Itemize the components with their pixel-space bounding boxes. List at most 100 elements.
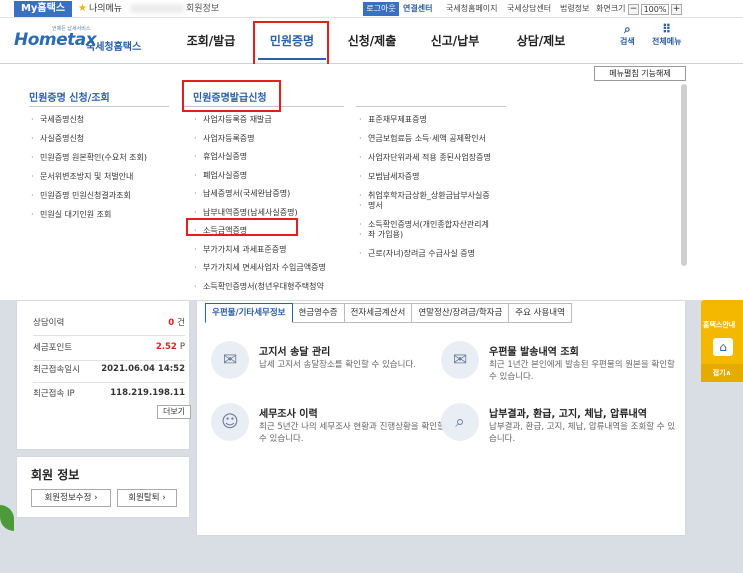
list-item-continued[interactable]: 좌 가입용)	[358, 230, 518, 240]
stat-unit: P	[179, 342, 185, 352]
menu-fix-toggle-button[interactable]: 메뉴펼침 기능해제	[594, 66, 686, 81]
logout-button[interactable]: 로그아웃	[363, 2, 399, 16]
list-item[interactable]: 납세증명서(국세완납증명)	[193, 189, 326, 199]
person-icon: ☺	[211, 403, 249, 441]
nav-inquiry[interactable]: 조회/발급	[170, 18, 252, 64]
stat-value: 0	[168, 318, 175, 328]
search-button[interactable]: ⌕ 검색	[620, 22, 635, 47]
logo-korean: 국세청홈택스	[86, 42, 142, 53]
col1-list: 국세증명신청 사실증명신청 민원증명 원본확인(수요처 조회) 문서위변조방지 …	[30, 115, 147, 220]
list-item[interactable]: 민원증명 원본확인(수요처 조회)	[30, 153, 147, 163]
search-label: 검색	[620, 37, 635, 46]
star-icon: ★	[78, 3, 87, 14]
highlight-box-col2-title	[182, 80, 281, 112]
tab-usage-history[interactable]: 주요 사용내역	[509, 303, 572, 323]
home-icon: ⌂	[713, 338, 733, 356]
top-utility-bar: My홈택스 ★ 나의메뉴 회원정보 로그아웃 연결센터 국세청홈페이지 국세상담센…	[0, 0, 743, 18]
col1-title[interactable]: 민원증명 신청/조회	[29, 89, 110, 104]
list-item[interactable]: 민원실 대기인원 조회	[30, 210, 147, 220]
list-item[interactable]: 사업자단위과세 적용 종된사업장증명	[358, 153, 518, 163]
info-tabs: 우편물/기타세무정보 현금영수증 전자세금계산서 연말정산/장려금/학자금 주요…	[205, 303, 572, 323]
service-desc: 납부결과, 환급, 고지, 체납, 압류내역을 조회할 수 있습니다.	[489, 422, 676, 444]
list-item[interactable]: 납부내역증명(납세사실증명)	[193, 208, 326, 218]
list-item[interactable]: 부가가치세 면세사업자 수입금액증명	[193, 263, 326, 273]
list-item[interactable]: 휴업사실증명	[193, 152, 326, 162]
hometax-guide-float[interactable]: 홈택스안내 ⌂ 접기∧	[701, 300, 743, 382]
mega-menu: 메뉴펼침 기능해제 민원증명 신청/조회 국세증명신청 사실증명신청 민원증명 …	[0, 64, 743, 300]
stat-label: 최근접속 IP	[33, 389, 75, 399]
member-info-panel: 회원 정보 회원정보수정 › 회원탈퇴 ›	[16, 456, 190, 518]
service-desc: 최근 5년간 나의 세무조사 현황과 진행상황을 확인할 수 있습니다.	[259, 422, 445, 444]
zoom-control: − 100% +	[628, 2, 682, 16]
col1-divider	[29, 106, 169, 107]
stat-unit: 건	[177, 318, 185, 328]
blurred-user-name	[130, 4, 184, 13]
list-item[interactable]: 사실증명신청	[30, 134, 147, 144]
list-item[interactable]: 취업후학자금상환_상환금납부사실증	[358, 191, 518, 201]
tab-mail-tax-info[interactable]: 우편물/기타세무정보	[205, 303, 293, 323]
stat-label: 최근접속일시	[33, 365, 80, 375]
tab-e-tax-invoice[interactable]: 전자세금계산서	[344, 303, 413, 323]
util-link-connect[interactable]: 연결센터	[403, 2, 432, 16]
withdraw-member-button[interactable]: 회원탈퇴 ›	[117, 489, 177, 507]
mega-menu-scrollbar[interactable]	[681, 84, 687, 266]
my-hometax-tab[interactable]: My홈택스	[14, 1, 72, 17]
stat-last-login-ip: 최근접속 IP 118.219.198.11	[33, 382, 185, 404]
list-item[interactable]: 모범납세자증명	[358, 172, 518, 182]
all-menu-label: 전체메뉴	[652, 37, 682, 46]
list-item[interactable]: 소득확인증명서(개인종합자산관리계	[358, 220, 518, 230]
member-info-title: 회원 정보	[31, 468, 80, 482]
search-icon: ⌕	[624, 22, 631, 36]
list-item[interactable]: 소득확인증명서(청년우대형주택청약	[193, 282, 326, 292]
my-menu-link[interactable]: ★ 나의메뉴	[78, 2, 122, 16]
util-link-law[interactable]: 법령정보	[560, 2, 589, 16]
user-summary-panel: 상담이력 0건 세금포인트 2.52 P 최근접속일시 2021.06.04 14…	[16, 300, 191, 450]
list-item[interactable]: 폐업사실증명	[193, 171, 326, 181]
service-tax-audit-history[interactable]: ☺ 세무조사 이력 최근 5년간 나의 세무조사 현황과 진행상황을 확인할 수…	[211, 403, 445, 459]
col3-list: 표준재무제표증명 연금보험료등 소득·세액 공제확인서 사업자단위과세 적용 종…	[358, 115, 518, 259]
util-link-consult[interactable]: 국세상담센터	[507, 2, 551, 16]
list-item-continued[interactable]: 명서	[358, 201, 518, 211]
service-title: 납부결과, 환급, 고지, 체납, 압류내역	[489, 409, 647, 420]
magnifier-icon: ⌕	[441, 403, 479, 441]
all-menu-button[interactable]: ⠿ 전체메뉴	[652, 22, 681, 47]
col3-divider	[356, 106, 506, 107]
tab-cash-receipt[interactable]: 현금영수증	[292, 303, 345, 323]
list-item[interactable]: 사업자등록증 재발급	[193, 115, 326, 125]
list-item[interactable]: 연금보험료등 소득·세액 공제확인서	[358, 134, 518, 144]
service-desc: 납세 고지서 송달장소를 확인할 수 있습니다.	[259, 360, 416, 370]
list-item[interactable]: 부가가치세 과세표준증명	[193, 245, 326, 255]
guide-label: 홈택스안내	[703, 321, 736, 329]
user-info-link[interactable]: 회원정보	[186, 2, 219, 16]
service-payment-result[interactable]: ⌕ 납부결과, 환급, 고지, 체납, 압류내역 납부결과, 환급, 고지, 체…	[441, 403, 675, 459]
list-item[interactable]: 표준재무제표증명	[358, 115, 518, 125]
zoom-out-button[interactable]: −	[628, 3, 639, 15]
service-notice-delivery[interactable]: ✉ 고지서 송달 관리 납세 고지서 송달장소를 확인할 수 있습니다.	[211, 341, 431, 397]
tab-year-end[interactable]: 연말정산/장려금/학자금	[412, 303, 510, 323]
stat-label: 상담이력	[33, 318, 65, 328]
util-link-nts-home[interactable]: 국세청홈페이지	[446, 2, 498, 16]
grid-icon: ⠿	[662, 22, 672, 36]
list-item[interactable]: 국세증명신청	[30, 115, 147, 125]
service-mail-history[interactable]: ✉ 우편물 발송내역 조회 최근 1년간 본인에게 발송된 우편물의 원본을 확…	[441, 341, 675, 397]
highlight-box-nav	[253, 21, 329, 66]
stat-value: 2.52	[155, 342, 177, 352]
list-item[interactable]: 사업자등록증명	[193, 134, 326, 144]
nav-report-payment[interactable]: 신고/납부	[412, 18, 498, 64]
service-title: 우편물 발송내역 조회	[489, 347, 579, 358]
edit-member-button[interactable]: 회원정보수정 ›	[31, 489, 111, 507]
list-item[interactable]: 민원증명 민원신청결과조회	[30, 191, 147, 201]
stat-consult-history[interactable]: 상담이력 0건	[33, 311, 185, 333]
list-item[interactable]: 문서위변조방지 및 처벌안내	[30, 172, 147, 182]
my-menu-label: 나의메뉴	[88, 4, 123, 14]
nav-consult-report[interactable]: 상담/제보	[498, 18, 584, 64]
stat-label: 세금포인트	[33, 343, 73, 353]
zoom-in-button[interactable]: +	[671, 3, 682, 15]
more-button[interactable]: 더보기	[157, 405, 191, 419]
nav-application[interactable]: 신청/제출	[332, 18, 412, 64]
stat-tax-points[interactable]: 세금포인트 2.52 P	[33, 336, 185, 358]
main-header: 언제든 납세서비스 Hometax 국세청홈택스 조회/발급 민원증명 신청/제…	[0, 18, 743, 64]
fold-button[interactable]: 접기∧	[701, 364, 743, 382]
hometax-logo[interactable]: 언제든 납세서비스 Hometax 국세청홈택스	[14, 24, 154, 58]
list-item[interactable]: 근로(자녀)장려금 수급사실 증명	[358, 249, 518, 259]
